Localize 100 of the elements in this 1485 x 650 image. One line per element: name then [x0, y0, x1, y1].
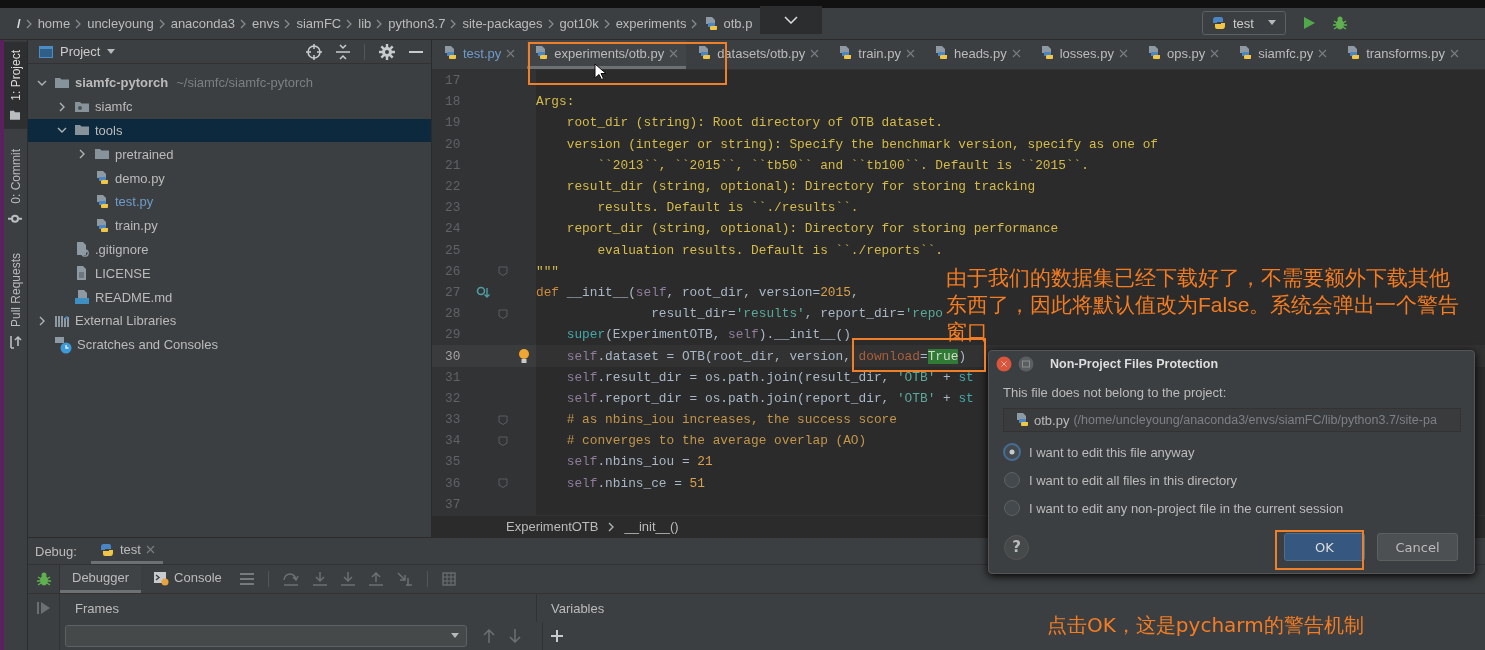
tree-item[interactable]: demo.py [28, 166, 431, 190]
tool-window-tab[interactable]: 1: Project [4, 42, 27, 129]
code-line: """ [536, 263, 560, 279]
radio-option[interactable]: I want to edit any non-project file in the current session [1003, 494, 1474, 522]
editor-tab[interactable]: experiments/otb.py [527, 40, 687, 69]
breadcrumb-separator-icon [376, 18, 384, 29]
tree-item[interactable]: pretrained [28, 142, 431, 167]
tree-item[interactable]: README.md [28, 285, 431, 309]
radio-option[interactable]: I want to edit this file anyway [1003, 438, 1474, 466]
dropdown-button[interactable] [760, 6, 822, 34]
ok-button[interactable]: OK [1284, 533, 1365, 561]
breadcrumb-item[interactable]: site-packages [462, 16, 543, 31]
breadcrumb-item[interactable]: uncleyoung [87, 16, 154, 31]
breadcrumb-separator-icon [158, 18, 166, 29]
breadcrumb-item[interactable]: __init__() [624, 519, 679, 534]
frames-dropdown[interactable] [65, 625, 467, 647]
breadcrumb-item[interactable]: envs [252, 16, 280, 31]
editor-tab[interactable]: transforms.py [1339, 40, 1467, 69]
python-logo-icon [1211, 15, 1227, 31]
breadcrumb-item[interactable]: anaconda3 [170, 16, 235, 31]
code-line: # converges to the average overlap (AO) [565, 433, 867, 449]
help-button[interactable]: ? [1004, 534, 1029, 560]
editor-tab[interactable]: train.py [831, 40, 923, 69]
code-line: def __init__(self, root_dir, version=2015, [536, 284, 859, 300]
code-line: super(ExperimentOTB, self).__init__() [565, 327, 851, 343]
code-line: report_dir (string, optional): Directory for storing performance [565, 221, 1059, 237]
pull-request-icon [8, 335, 23, 350]
tree-item[interactable]: LICENSE [28, 261, 431, 286]
breadcrumb-item[interactable]: got10k [559, 16, 599, 31]
code-line: self.nbins_iou = 21 [565, 454, 713, 470]
editor-tab[interactable]: test.py [436, 40, 524, 69]
breadcrumb-item[interactable]: / [17, 16, 21, 31]
editor-tab[interactable]: losses.py [1032, 40, 1136, 69]
code-line: root_dir (string): Root directory of OTB dataset. [565, 115, 943, 131]
python-file-icon [533, 45, 550, 61]
breadcrumb-item[interactable]: lib [358, 16, 372, 31]
tool-window-tab[interactable]: Pull Requests [4, 245, 27, 358]
code-line: self.dataset = OTB(root_dir, version, download=True) [565, 348, 967, 364]
panel-icon [38, 44, 54, 59]
tree-item[interactable]: Scratches and Consoles [28, 332, 431, 357]
python-file-icon [837, 45, 854, 61]
editor-tab[interactable]: heads.py [926, 40, 1029, 69]
breadcrumb-item[interactable]: ExperimentOTB [506, 519, 599, 534]
python-logo-icon [98, 541, 115, 558]
tree-item[interactable]: train.py [28, 213, 431, 238]
radio-option[interactable]: I want to edit all files in this directory [1003, 466, 1474, 494]
close-icon [1011, 48, 1021, 58]
breadcrumb-item[interactable]: siamFC [296, 16, 342, 31]
console-icon [153, 569, 170, 586]
add-icon [551, 630, 563, 642]
close-icon [810, 48, 820, 58]
close-icon [1210, 48, 1220, 58]
debug-icon [1332, 15, 1348, 31]
breadcrumb-separator-icon [691, 18, 699, 29]
tree-item[interactable]: test.py [28, 190, 431, 214]
breadcrumb-item[interactable]: experiments [615, 16, 687, 31]
breadcrumb-separator-icon [25, 18, 33, 29]
bug-icon [35, 571, 52, 587]
path-hint: ~/siamfc/siamfc-pytorch [176, 75, 314, 91]
project-view-dropdown[interactable]: Project [38, 44, 117, 59]
close-icon [1318, 48, 1328, 58]
python-file-icon [94, 217, 110, 234]
force-step-into-icon [340, 572, 355, 586]
folder-icon [9, 108, 22, 121]
step-into-icon [312, 572, 327, 586]
mouse-pointer-icon [594, 63, 606, 81]
breadcrumb-item[interactable]: otb.p [703, 15, 753, 32]
tree-item[interactable]: siamfc-pytorch ~/siamfc/siamfc-pytorch [28, 71, 431, 95]
chevron-down-icon [784, 16, 798, 24]
tree-item[interactable]: tools [28, 118, 431, 143]
caret-down-icon [106, 48, 117, 55]
code-line: self.nbins_ce = 51 [565, 475, 705, 491]
debug-view-tab[interactable]: Console [141, 565, 234, 593]
tree-item[interactable]: siamfc [28, 94, 431, 119]
tool-window-tab[interactable]: 0: Commit [4, 140, 27, 234]
close-icon [996, 356, 1012, 372]
file-path: (/home/uncleyoung/anaconda3/envs/siamFC/lib/python3.7/site-pa [1073, 413, 1437, 427]
annotation-caption: 点击OK，这是pycharm的警告机制 [1047, 612, 1364, 639]
collapse-all-icon [336, 43, 350, 60]
tree-item[interactable]: .gitignore [28, 237, 431, 262]
breadcrumb-separator-icon [75, 18, 83, 29]
breadcrumb-item[interactable]: python3.7 [388, 16, 446, 31]
tree-item[interactable]: External Libraries [28, 308, 431, 333]
editor-tab[interactable]: siamfc.py [1231, 40, 1336, 69]
close-icon [905, 48, 915, 58]
close-icon [669, 48, 679, 58]
breadcrumb-item[interactable]: home [37, 16, 71, 31]
debug-view-tab[interactable]: Debugger [60, 565, 142, 593]
run-configuration-dropdown[interactable]: test [1202, 11, 1286, 35]
settings-icon [379, 43, 395, 60]
dialog-title: Non-Project Files Protection [1050, 357, 1219, 371]
python-file-icon [696, 45, 713, 61]
cancel-button[interactable]: Cancel [1377, 533, 1458, 561]
line-number: 30 [444, 348, 462, 364]
editor-tab[interactable]: ops.py [1139, 40, 1228, 69]
breadcrumb-separator-icon [547, 18, 555, 29]
file-name: otb.py [1034, 412, 1070, 428]
code-line: version (integer or string): Specify the benchmark version, specify as one of [565, 136, 1159, 152]
step-over-icon [282, 572, 299, 586]
breadcrumb-separator-icon [240, 18, 247, 29]
